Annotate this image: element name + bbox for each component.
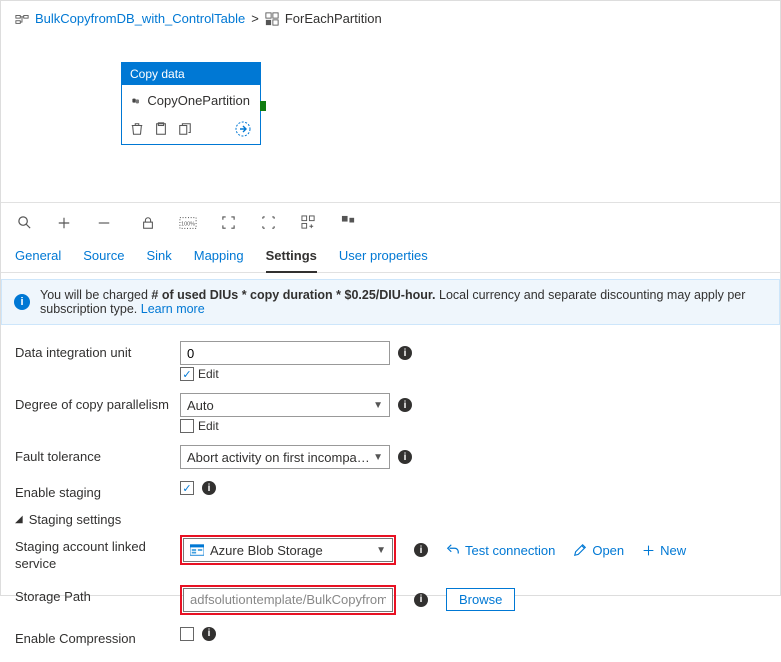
browse-button[interactable]: Browse: [446, 588, 515, 611]
new-link[interactable]: New: [642, 543, 686, 558]
tab-sink[interactable]: Sink: [146, 248, 171, 272]
enable-compression-label: Enable Compression: [15, 627, 180, 646]
chevron-down-icon: ▼: [373, 400, 383, 411]
settings-tabs: General Source Sink Mapping Settings Use…: [1, 234, 780, 273]
plus-icon: [642, 544, 655, 557]
linked-service-select[interactable]: Azure Blob Storage ▼: [183, 538, 393, 562]
blob-storage-icon: [190, 544, 204, 556]
billing-info-text: You will be charged # of used DIUs * cop…: [40, 288, 767, 316]
diu-edit-checkbox[interactable]: [180, 367, 194, 381]
foreach-icon: [265, 12, 279, 26]
info-icon: i: [14, 294, 30, 310]
connection-stub[interactable]: [260, 101, 266, 111]
copy-icon[interactable]: [178, 122, 192, 136]
minus-icon[interactable]: [95, 214, 113, 232]
info-icon[interactable]: i: [202, 627, 216, 641]
info-icon[interactable]: i: [398, 450, 412, 464]
pipeline-canvas[interactable]: Copy data CopyOnePartition: [1, 32, 780, 202]
test-connection-link[interactable]: Test connection: [446, 543, 555, 558]
tab-general[interactable]: General: [15, 248, 61, 272]
copy-activity-card[interactable]: Copy data CopyOnePartition: [121, 62, 261, 145]
staging-settings-toggle[interactable]: ◢ Staging settings: [15, 506, 766, 529]
enable-compression-checkbox[interactable]: [180, 627, 194, 641]
chevron-down-icon: ▼: [373, 452, 383, 463]
fit-screen-icon[interactable]: [219, 214, 237, 232]
diu-label: Data integration unit: [15, 341, 180, 360]
info-icon[interactable]: i: [398, 398, 412, 412]
breadcrumb: BulkCopyfromDB_with_ControlTable > ForEa…: [1, 1, 780, 32]
info-icon[interactable]: i: [202, 481, 216, 495]
diu-input[interactable]: [180, 341, 390, 365]
info-icon[interactable]: i: [414, 593, 428, 607]
breadcrumb-separator: >: [251, 11, 259, 26]
breadcrumb-current: ForEachPartition: [285, 11, 382, 26]
clipboard-icon[interactable]: [154, 122, 168, 136]
delete-icon[interactable]: [130, 122, 144, 136]
linked-service-label: Staging account linked service: [15, 535, 180, 573]
settings-form: Data integration unit i Edit Degree of c…: [1, 325, 780, 662]
activity-name: CopyOnePartition: [147, 93, 250, 108]
billing-info-bar: i You will be charged # of used DIUs * c…: [1, 279, 780, 325]
edit-icon: [573, 543, 587, 557]
add-output-icon[interactable]: [234, 120, 252, 138]
test-connection-icon: [446, 543, 460, 557]
dcp-edit-checkbox[interactable]: [180, 419, 194, 433]
tab-mapping[interactable]: Mapping: [194, 248, 244, 272]
learn-more-link[interactable]: Learn more: [141, 302, 205, 316]
info-icon[interactable]: i: [398, 346, 412, 360]
chevron-down-icon: ▼: [376, 545, 386, 556]
svg-text:100%: 100%: [181, 221, 195, 227]
pipeline-icon: [15, 12, 29, 26]
storage-path-label: Storage Path: [15, 585, 180, 604]
canvas-toolbar: 100%: [1, 202, 780, 234]
edit-label: Edit: [198, 419, 219, 433]
zoom-fit-icon[interactable]: 100%: [179, 214, 197, 232]
info-icon[interactable]: i: [414, 543, 428, 557]
lock-icon[interactable]: [139, 214, 157, 232]
activity-type-label: Copy data: [122, 63, 260, 85]
enable-staging-checkbox[interactable]: [180, 481, 194, 495]
database-icon: [132, 94, 139, 108]
search-icon[interactable]: [15, 214, 33, 232]
highlight-box: Azure Blob Storage ▼: [180, 535, 396, 565]
plus-icon[interactable]: [55, 214, 73, 232]
fault-tolerance-select[interactable]: Abort activity on first incompatible row…: [180, 445, 390, 469]
tab-user-properties[interactable]: User properties: [339, 248, 428, 272]
tab-source[interactable]: Source: [83, 248, 124, 272]
triangle-down-icon: ◢: [15, 514, 23, 525]
tab-settings[interactable]: Settings: [266, 248, 317, 273]
align-icon[interactable]: [299, 214, 317, 232]
dcp-label: Degree of copy parallelism: [15, 393, 180, 412]
fault-tolerance-label: Fault tolerance: [15, 445, 180, 464]
layout-icon[interactable]: [339, 214, 357, 232]
dcp-select[interactable]: Auto▼: [180, 393, 390, 417]
enable-staging-label: Enable staging: [15, 481, 180, 500]
highlight-box: [180, 585, 396, 615]
breadcrumb-parent-link[interactable]: BulkCopyfromDB_with_ControlTable: [35, 11, 245, 26]
storage-path-input[interactable]: [183, 588, 393, 612]
open-link[interactable]: Open: [573, 543, 624, 558]
edit-label: Edit: [198, 367, 219, 381]
fullscreen-icon[interactable]: [259, 214, 277, 232]
